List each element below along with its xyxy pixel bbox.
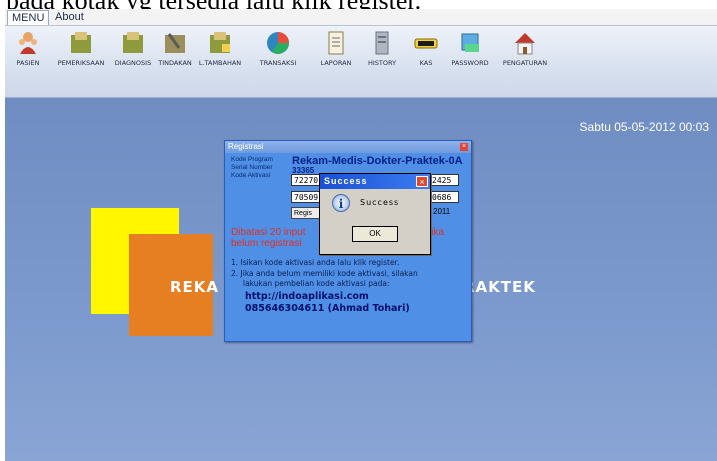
report-icon [322,30,350,56]
main-stage: Sabtu 05-05-2012 00:03 REKA RAKTEK Regis… [5,98,717,461]
patients-icon [14,30,42,56]
brand-text-right: RAKTEK [463,278,536,296]
success-title: Success [320,174,430,189]
brand-text-left: REKA [170,278,220,296]
toolbar-ltambahan-button[interactable]: L.TAMBAHAN [195,30,245,78]
menu-tab-menu[interactable]: MENU [7,10,50,25]
kode-program-label: Kode Program [231,156,273,163]
toolbar-laporan-button[interactable]: LAPORAN [317,30,355,78]
toolbar-password-button[interactable]: PASSWORD [447,30,493,78]
settings-home-icon [511,30,539,56]
kode-aktivasi-label: Kode Aktivasi [231,172,271,179]
contact-text: 085646304611 (Ahmad Tohari) [245,303,410,314]
serial-number-label: Serial Number [231,164,273,171]
activation-code-field-8[interactable]: 0686 [429,191,459,203]
toolbar-pengaturan-button[interactable]: PENGATURAN [497,30,553,78]
additional-folder-icon [206,30,234,56]
toolbar-transaksi-button[interactable]: TRANSAKSI [257,30,299,78]
registration-title: Registrasi [228,142,264,151]
password-icon [456,30,484,56]
toolbar-history-button[interactable]: HISTORY [363,30,401,78]
toolbar-pasien-button[interactable]: PASIEN [13,30,43,78]
ok-button[interactable]: OK [352,226,398,242]
action-folder-icon [161,30,189,56]
website-link[interactable]: http://indoaplikasi.com [245,291,369,302]
activation-code-field-5[interactable]: 70509 [291,191,321,203]
info-icon: i [332,194,350,212]
program-name: Rekam-Medis-Dokter-Praktek-0A [292,155,463,167]
diagnosis-folder-icon [119,30,147,56]
menu-tab-about[interactable]: About [51,10,88,24]
datetime-display: Sabtu 05-05-2012 00:03 [579,120,709,134]
success-close-icon[interactable]: × [416,176,428,187]
instruction-2: 2. Jika anda belum memiliki kode aktivas… [231,269,418,278]
registration-title-bar: Registrasi [225,141,471,153]
warning-text-right: jika [429,227,445,238]
transaction-chart-icon [264,30,292,56]
history-icon [368,30,396,56]
activation-code-field-4[interactable]: 2425 [429,174,459,186]
instruction-1: 1. Isikan kode aktivasi anda lalu klik r… [231,258,400,267]
warning-text-line2: belum registrasi [231,238,302,249]
toolbar-diagnosis-button[interactable]: DIAGNOSIS [113,30,153,78]
toolbar-tindakan-button[interactable]: TINDAKAN [157,30,193,78]
registration-close-icon[interactable]: × [460,143,468,151]
activation-code-field-1[interactable]: 72270 [291,174,321,186]
menu-bar: MENU About [5,9,717,26]
application-window: MENU About PASIEN PEMERIKSAAN DIAGNOSIS … [5,9,717,461]
cash-icon [412,30,440,56]
warning-text-left: Dibatasi 20 input [231,227,306,238]
success-dialog: Success × i Success OK [319,173,431,255]
toolbar-kas-button[interactable]: KAS [411,30,441,78]
examination-folder-icon [67,30,95,56]
instruction-3: lakukan pembelian kode aktivasi pada: [243,279,390,288]
year-text: 2011 [433,207,451,216]
ribbon-toolbar: PASIEN PEMERIKSAAN DIAGNOSIS TINDAKAN L.… [5,26,717,98]
success-message: Success [360,198,400,207]
toolbar-pemeriksaan-button[interactable]: PEMERIKSAAN [53,30,109,78]
